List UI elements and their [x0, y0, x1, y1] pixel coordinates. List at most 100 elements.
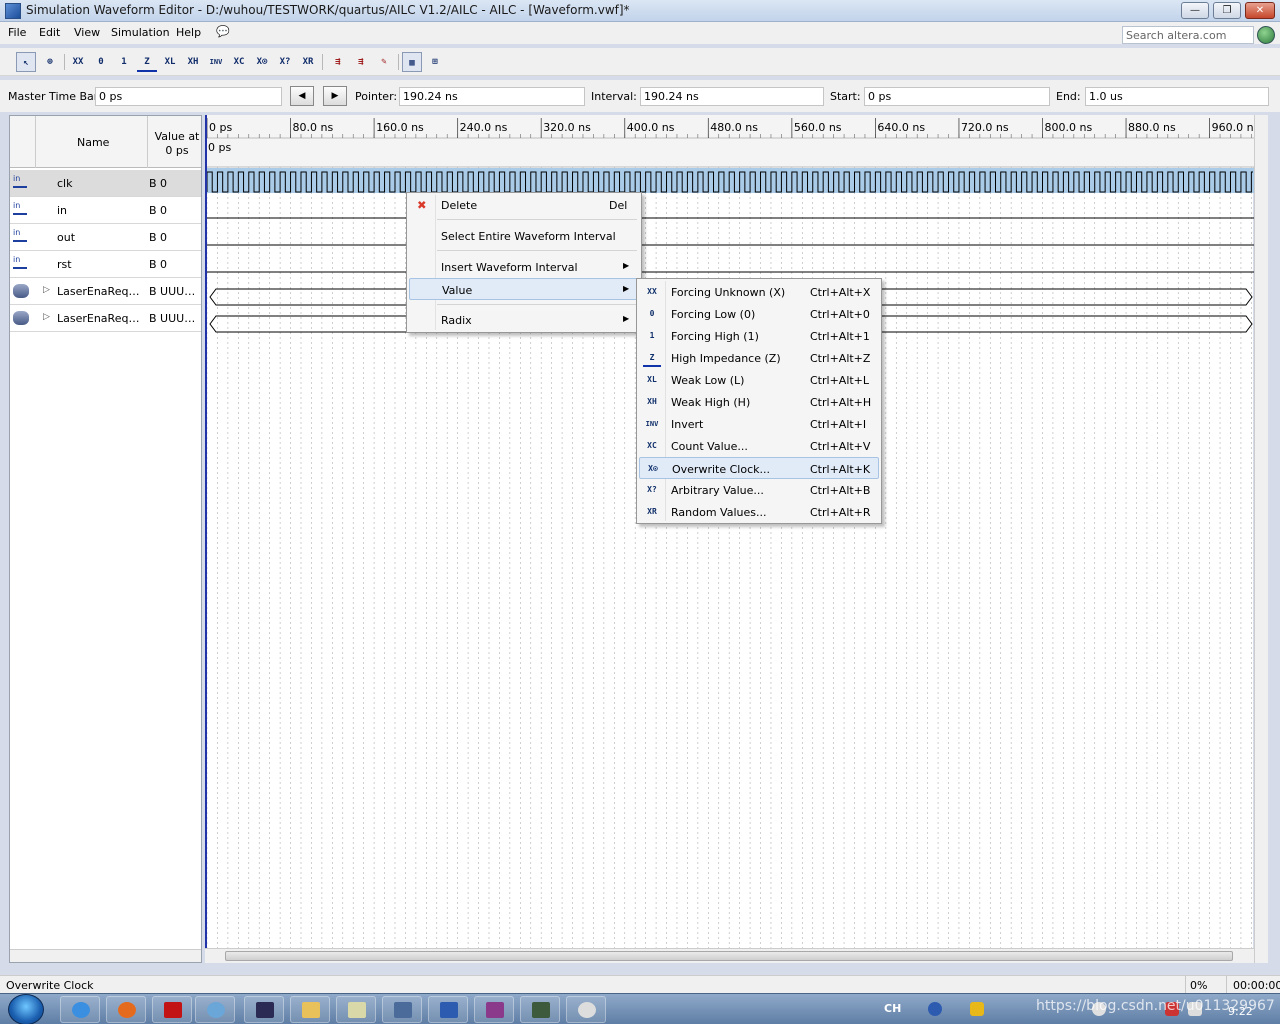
grid-size-icon[interactable]: ⊞: [425, 52, 445, 72]
signal-row[interactable]: in clk B 0: [10, 170, 201, 197]
menu-item-shortcut: Ctrl+Alt+I: [810, 418, 867, 431]
menu-item-delete[interactable]: ✖ Delete Del: [409, 194, 639, 216]
forcing-unknown-icon[interactable]: XX: [68, 52, 88, 72]
bus-group-icon: [13, 311, 29, 325]
zoom-icon[interactable]: ⊕: [40, 52, 60, 72]
value-column-header[interactable]: Value at 0 ps: [153, 130, 201, 158]
taskbar-ie[interactable]: [60, 996, 100, 1023]
menu-item-overwrite-clock[interactable]: X⊙ Overwrite Clock... Ctrl+Alt+K: [639, 457, 879, 479]
signal-name: out: [57, 231, 76, 244]
start-button-icon[interactable]: [8, 994, 44, 1024]
time-ruler[interactable]: 0 ps 80.0 ns 160.0 ns 240.0 ns 320.0 ns 400.0…: [207, 115, 1255, 168]
taskbar-quartus[interactable]: [244, 996, 284, 1023]
taskbar-app-chip[interactable]: [520, 996, 560, 1023]
menu-item-weak-high[interactable]: XH Weak High (H) Ctrl+Alt+H: [639, 391, 879, 413]
start-field[interactable]: 0 ps: [864, 87, 1050, 106]
menu-item-value[interactable]: Value ▶: [409, 278, 639, 300]
select-pointer-icon[interactable]: ↖: [16, 52, 36, 72]
run-functional-simulation-icon[interactable]: ⇶: [328, 52, 348, 72]
invert-icon: INV: [645, 420, 659, 428]
scrollbar-thumb[interactable]: [225, 951, 1233, 961]
menu-item-forcing-high[interactable]: 1 Forcing High (1) Ctrl+Alt+1: [639, 325, 879, 347]
menu-item-label: Insert Waveform Interval: [441, 261, 578, 274]
help-balloon-icon[interactable]: 💬: [216, 25, 230, 38]
menu-item-invert[interactable]: INV Invert Ctrl+Alt+I: [639, 413, 879, 435]
arbitrary-value-icon[interactable]: X?: [275, 52, 295, 72]
run-timing-simulation-icon[interactable]: ⇶: [351, 52, 371, 72]
menu-item-select-entire-waveform-interval[interactable]: Select Entire Waveform Interval: [409, 225, 639, 247]
taskbar-clock[interactable]: 9:22: [1228, 1005, 1253, 1018]
random-values-icon[interactable]: XR: [298, 52, 318, 72]
expand-icon[interactable]: ▷: [43, 312, 50, 322]
tray-app-icon[interactable]: [970, 1002, 984, 1016]
generate-netlist-icon[interactable]: ✎: [374, 52, 394, 72]
menu-simulation[interactable]: Simulation: [111, 26, 170, 39]
forcing-low-icon[interactable]: 0: [91, 52, 111, 72]
next-transition-button[interactable]: ▶: [323, 86, 347, 106]
invert-icon[interactable]: INV: [206, 52, 226, 72]
signal-row[interactable]: ▷ LaserEnaReqCo... B UUUU...: [10, 278, 201, 305]
menu-item-arbitrary-value[interactable]: X? Arbitrary Value... Ctrl+Alt+B: [639, 479, 879, 501]
value-submenu: XX Forcing Unknown (X) Ctrl+Alt+X 0 Forc…: [636, 278, 882, 524]
taskbar-word[interactable]: [428, 996, 468, 1023]
waveform-vertical-scrollbar[interactable]: [1254, 115, 1268, 963]
taskbar-network[interactable]: [195, 996, 235, 1023]
chip-icon: [532, 1002, 550, 1018]
high-impedance-icon[interactable]: Z: [137, 52, 157, 72]
taskbar-app-spiral[interactable]: [566, 996, 606, 1023]
menu-item-random-values[interactable]: XR Random Values... Ctrl+Alt+R: [639, 501, 879, 523]
snap-to-grid-icon[interactable]: ▦: [402, 52, 422, 72]
pointer-field[interactable]: 190.24 ns: [399, 87, 585, 106]
waveform-canvas[interactable]: 0 ps 80.0 ns 160.0 ns 240.0 ns 320.0 ns 400.0…: [207, 115, 1255, 948]
waveform-horizontal-scrollbar[interactable]: [205, 948, 1254, 963]
forcing-high-icon[interactable]: 1: [114, 52, 134, 72]
master-time-bar-field[interactable]: 0 ps: [95, 87, 282, 106]
signal-name: LaserEnaReqCo...: [57, 312, 147, 325]
menu-item-count-value[interactable]: XC Count Value... Ctrl+Alt+V: [639, 435, 879, 457]
restore-button[interactable]: ❐: [1213, 2, 1241, 19]
close-button[interactable]: ✕: [1245, 2, 1275, 19]
search-input[interactable]: Search altera.com: [1122, 26, 1254, 44]
menu-item-forcing-low[interactable]: 0 Forcing Low (0) Ctrl+Alt+0: [639, 303, 879, 325]
signal-row[interactable]: in out B 0: [10, 224, 201, 251]
weak-high-icon[interactable]: XH: [183, 52, 203, 72]
random-values-icon: XR: [647, 507, 657, 516]
menu-help[interactable]: Help: [176, 26, 201, 39]
waveform-panel[interactable]: 0 ps 80.0 ns 160.0 ns 240.0 ns 320.0 ns 400.0…: [205, 115, 1255, 948]
menu-separator: [437, 304, 637, 305]
signal-row[interactable]: ▷ LaserEnaReqCo... B UUUU...: [10, 305, 201, 332]
menu-view[interactable]: View: [74, 26, 100, 39]
signal-row[interactable]: in in B 0: [10, 197, 201, 224]
end-field[interactable]: 1.0 us: [1085, 87, 1269, 106]
count-value-icon[interactable]: XC: [229, 52, 249, 72]
interval-field[interactable]: 190.24 ns: [640, 87, 824, 106]
taskbar-firefox[interactable]: [106, 996, 146, 1023]
signal-row[interactable]: in rst B 0: [10, 251, 201, 278]
expand-icon[interactable]: ▷: [43, 285, 50, 295]
menu-item-radix[interactable]: Radix ▶: [409, 309, 639, 331]
taskbar-book[interactable]: [382, 996, 422, 1023]
menu-item-weak-low[interactable]: XL Weak Low (L) Ctrl+Alt+L: [639, 369, 879, 391]
menu-item-forcing-unknown[interactable]: XX Forcing Unknown (X) Ctrl+Alt+X: [639, 281, 879, 303]
taskbar-explorer[interactable]: [290, 996, 330, 1023]
taskbar-app-g[interactable]: [474, 996, 514, 1023]
menu-edit[interactable]: Edit: [39, 26, 60, 39]
taskbar-app-10[interactable]: [152, 996, 192, 1023]
ruler-tick-label: 560.0 ns: [794, 121, 842, 134]
menu-item-high-impedance[interactable]: Z High Impedance (Z) Ctrl+Alt+Z: [639, 347, 879, 369]
taskbar-notepad[interactable]: [336, 996, 376, 1023]
weak-low-icon[interactable]: XL: [160, 52, 180, 72]
previous-transition-button[interactable]: ◀: [290, 86, 314, 106]
globe-icon[interactable]: [1257, 26, 1275, 44]
menu-item-insert-waveform-interval[interactable]: Insert Waveform Interval ▶: [409, 256, 639, 278]
signal-horizontal-scrollbar[interactable]: [10, 949, 201, 962]
ruler-tick-label: 400.0 ns: [627, 121, 675, 134]
menu-file[interactable]: File: [8, 26, 26, 39]
minimize-button[interactable]: —: [1181, 2, 1209, 19]
overwrite-clock-icon[interactable]: X⊙: [252, 52, 272, 72]
name-column-header[interactable]: Name: [77, 136, 109, 149]
language-indicator[interactable]: CH: [884, 1002, 901, 1015]
pin-icon-label: in: [13, 201, 21, 210]
help-tray-icon[interactable]: [928, 1002, 942, 1016]
status-message: Overwrite Clock: [6, 979, 94, 992]
